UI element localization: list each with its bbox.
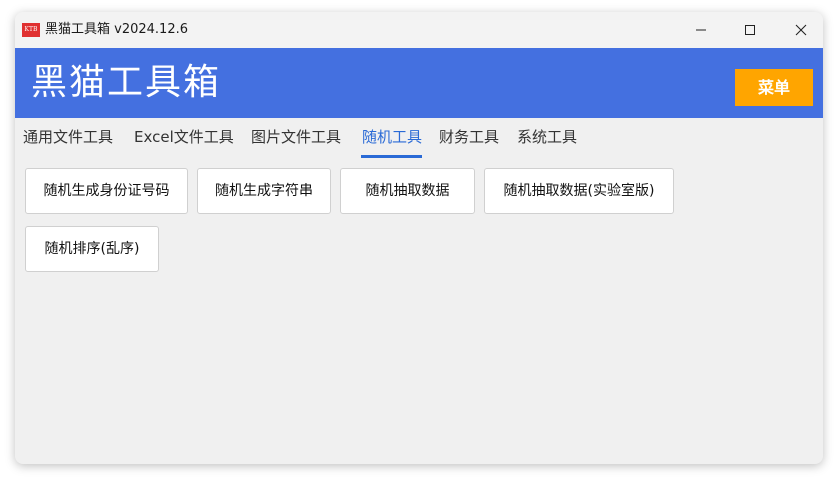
banner-title: 黑猫工具箱 xyxy=(31,62,222,103)
header-banner: 黑猫工具箱 菜单 xyxy=(15,48,823,118)
random-string-button[interactable]: 随机生成字符串 xyxy=(197,168,331,214)
tab-system-tools[interactable]: 系统工具 xyxy=(517,128,577,146)
active-tab-indicator xyxy=(361,155,422,158)
minimize-icon xyxy=(696,29,706,31)
app-logo-icon: KTB xyxy=(22,23,40,37)
tab-finance-tools[interactable]: 财务工具 xyxy=(439,128,499,146)
tab-excel-file-tools[interactable]: Excel文件工具 xyxy=(134,128,234,146)
close-button[interactable] xyxy=(778,12,823,48)
minimize-button[interactable] xyxy=(678,12,724,48)
tab-random-tools[interactable]: 随机工具 xyxy=(362,128,422,146)
random-id-number-button[interactable]: 随机生成身份证号码 xyxy=(25,168,188,214)
window-title: 黑猫工具箱 v2024.12.6 xyxy=(45,22,188,37)
tab-image-file-tools[interactable]: 图片文件工具 xyxy=(251,128,341,146)
tab-bar: 通用文件工具 Excel文件工具 图片文件工具 随机工具 财务工具 系统工具 xyxy=(15,118,823,156)
maximize-icon xyxy=(745,25,755,35)
app-window: KTB 黑猫工具箱 v2024.12.6 黑猫工具箱 菜单 通用文件工具 Exc… xyxy=(15,12,823,464)
title-bar[interactable]: KTB 黑猫工具箱 v2024.12.6 xyxy=(15,12,823,48)
close-icon xyxy=(795,24,807,36)
random-shuffle-button[interactable]: 随机排序(乱序) xyxy=(25,226,159,272)
menu-button[interactable]: 菜单 xyxy=(735,69,813,106)
random-draw-data-lab-button[interactable]: 随机抽取数据(实验室版) xyxy=(484,168,674,214)
random-draw-data-button[interactable]: 随机抽取数据 xyxy=(340,168,475,214)
maximize-button[interactable] xyxy=(727,12,773,48)
tab-general-file-tools[interactable]: 通用文件工具 xyxy=(23,128,113,146)
